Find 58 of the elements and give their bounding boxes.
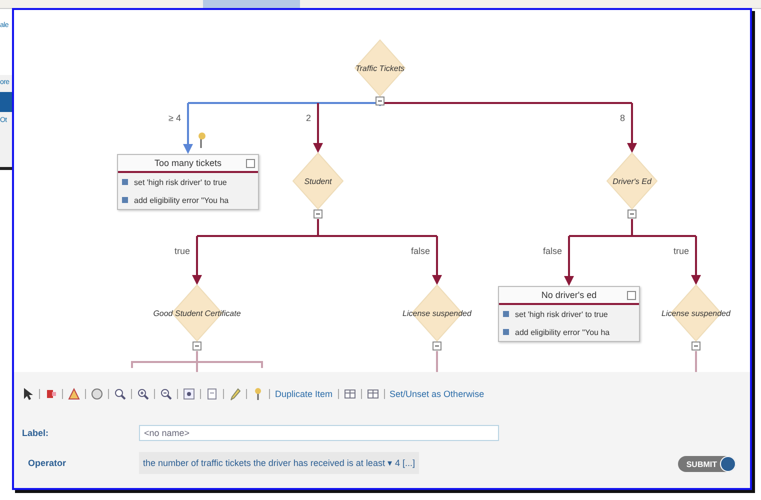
action-icon [122, 197, 128, 203]
zoom-in-icon[interactable] [137, 387, 149, 401]
collapse-toggle-icon[interactable] [192, 342, 202, 350]
submit-button[interactable]: SUBMIT [678, 456, 736, 472]
collapse-toggle-icon[interactable] [376, 96, 384, 106]
action-title: Too many tickets [154, 158, 222, 168]
decision-node[interactable]: Traffic Tickets [354, 39, 406, 97]
pin-icon[interactable] [252, 387, 264, 401]
action-icon [503, 311, 509, 317]
action-box[interactable]: Too many tickets set 'high risk driver' to true add eligibility error "You ha [117, 154, 259, 210]
edge-label: true [673, 246, 689, 256]
action-text: set 'high risk driver' to true [134, 178, 227, 186]
decision-node[interactable]: Driver's Ed [606, 152, 658, 210]
connector-arrow[interactable] [564, 236, 574, 286]
edge-label: false [410, 246, 430, 256]
action-text: add eligibility error "You ha [515, 328, 610, 336]
pointer-icon[interactable] [22, 387, 34, 401]
maximize-icon[interactable] [246, 159, 255, 168]
action-text: set 'high risk driver' to true [515, 310, 608, 318]
zoom-out-icon[interactable] [160, 387, 172, 401]
collapse-toggle-icon[interactable] [432, 342, 442, 350]
action-title: No driver's ed [541, 290, 597, 300]
operator-value[interactable]: the number of traffic tickets the driver has received is at least ▾ 4 [...] [139, 452, 419, 474]
edge-label: 8 [620, 113, 625, 123]
edge-label: 2 [306, 113, 311, 123]
connector-arrow[interactable] [691, 236, 701, 285]
table-icon[interactable] [366, 387, 379, 401]
menu-bar [0, 92, 12, 112]
field-label: Label: [22, 428, 50, 438]
decision-node[interactable]: Student [292, 152, 344, 210]
collapse-toggle-icon[interactable] [628, 210, 636, 218]
fit-icon[interactable] [183, 387, 195, 401]
connector-line [695, 351, 697, 372]
grid-icon[interactable] [344, 387, 356, 401]
collapse-toggle-icon[interactable] [692, 342, 700, 350]
edge-label: ≥ 4 [168, 113, 181, 123]
add-node-icon[interactable] [45, 387, 57, 401]
connector-arrow[interactable] [627, 103, 637, 153]
maximize-icon[interactable] [627, 291, 636, 300]
edge-label: false [542, 246, 562, 256]
warning-icon[interactable] [68, 387, 80, 401]
document-icon[interactable] [206, 387, 218, 401]
pencil-icon[interactable] [229, 387, 241, 401]
edge-label: true [174, 246, 190, 256]
connector-arrow[interactable] [192, 236, 202, 285]
connector-arrow[interactable] [432, 236, 442, 285]
connector-line [436, 351, 438, 372]
search-icon[interactable] [114, 387, 126, 401]
toolbar-link[interactable]: Duplicate Item [275, 389, 333, 399]
label-input-field[interactable]: <no name> [139, 425, 499, 441]
action-text: add eligibility error "You ha [134, 196, 229, 204]
connector-arrow[interactable] [313, 103, 323, 153]
action-box[interactable]: No driver's ed set 'high risk driver' to true add eligibility error "You ha [498, 286, 640, 342]
field-label: Operator [27, 458, 68, 468]
action-icon [122, 179, 128, 185]
action-icon [503, 329, 509, 335]
collapse-toggle-icon[interactable] [314, 210, 322, 218]
toolbar-link[interactable]: Set/Unset as Otherwise [390, 389, 484, 399]
